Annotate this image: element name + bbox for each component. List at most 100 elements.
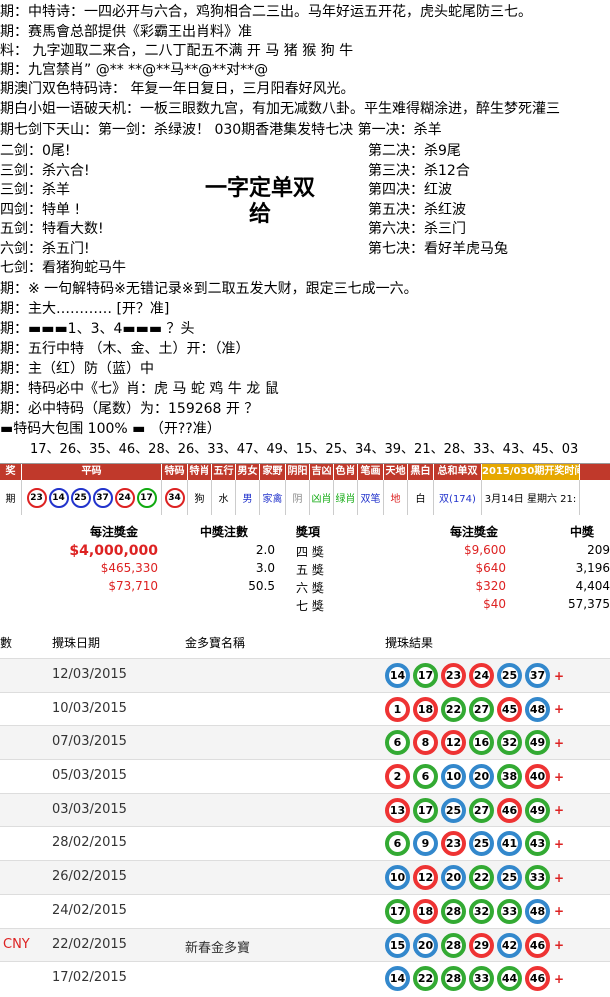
- plus-sign: +: [554, 836, 565, 851]
- col-header-name: 金多寶名稱: [185, 636, 246, 650]
- prize-tier: 五 獎: [296, 563, 324, 577]
- sword-item: 三剑：杀羊: [0, 182, 70, 198]
- text-line: 期七剑下天山：第一剑：杀绿波！ 030期香港集发特七决 第一决：杀羊: [0, 122, 442, 138]
- plus-sign: +: [554, 668, 565, 683]
- prize-header-tier: 獎項: [296, 525, 321, 539]
- text-line: 料： 九字迦取二来合，二八丁配五不满 开 马 猪 猴 狗 牛: [0, 43, 354, 59]
- number-ball: 29: [469, 932, 494, 958]
- center-subtitle: 给: [248, 201, 271, 227]
- sword-item: 六剑：杀五门!: [0, 240, 90, 257]
- number-ball: 23: [441, 663, 466, 688]
- draw-balls: 15 20 28 29 42 46 +: [385, 932, 567, 958]
- text-line: 期：必中特码（尾数）为：159268 开 ？: [0, 401, 259, 417]
- draw-row[interactable]: 03/03/2015 13 17 25 27 46 49 +: [0, 792, 610, 827]
- text-line: 期澳门双色特码诗： 年复一年日复日，三月阳春好风光。: [0, 81, 355, 97]
- winner-count: 2.0: [255, 543, 275, 557]
- number-ball: 24: [469, 663, 494, 688]
- winner-count: 3.0: [255, 561, 275, 575]
- prize-table: 每注獎金 中獎注數 獎項 每注獎金 中獎 $4,000,000 2.0 $465,330 3.0…: [0, 518, 610, 618]
- number-ball: 17: [413, 797, 438, 823]
- number-ball: 41: [497, 831, 522, 857]
- text-line: 期：赛馬會总部提供《彩霸王出肖料》准: [0, 24, 252, 40]
- draw-row[interactable]: CNY 22/02/2015 新春金多寶 15 20 28 29 42 46 +: [0, 927, 610, 962]
- draw-row[interactable]: 24/02/2015 17 18 28 32 33 48 +: [0, 893, 610, 928]
- plus-sign: +: [554, 702, 565, 717]
- plus-sign: +: [554, 904, 565, 919]
- draw-row[interactable]: 07/03/2015 6 8 12 16 32 49 +: [0, 725, 610, 760]
- result-header-cell: 天地: [384, 464, 408, 480]
- number-ball: 20: [413, 932, 438, 958]
- number-ball: 45: [497, 696, 522, 722]
- number-ball: 12: [441, 730, 466, 756]
- draw-row[interactable]: 10/03/2015 1 18 22 27 45 48 +: [0, 691, 610, 726]
- number-ball: 48: [525, 696, 550, 722]
- draw-date: 03/03/2015: [52, 801, 127, 817]
- number-ball: 42: [497, 932, 522, 958]
- number-ball: 22: [413, 966, 438, 992]
- number-ball: 16: [469, 730, 494, 756]
- number-ball: 25: [469, 831, 494, 857]
- number-ball: 44: [497, 966, 522, 992]
- number-ball: 28: [441, 898, 466, 924]
- decision-item: 第六决：杀三门: [368, 221, 466, 237]
- prize-header-count-r: 中獎: [570, 525, 595, 539]
- sword-item: 四剑：特单 !: [0, 201, 81, 218]
- draw-balls: 14 22 28 33 44 46 +: [385, 966, 567, 992]
- result-header-cell: 男女: [236, 464, 260, 480]
- result-header-cell: 特肖: [188, 464, 212, 480]
- prize-header-amount-r: 每注獎金: [450, 525, 499, 539]
- result-header-cell: 阴阳: [286, 464, 310, 480]
- decision-item: 第四决：红波: [368, 182, 452, 198]
- draw-row[interactable]: 05/03/2015 2 6 10 20 38 40 +: [0, 759, 610, 793]
- number-ball: 49: [525, 730, 550, 756]
- winner-count: 209: [587, 543, 610, 557]
- number-ball: 22: [441, 696, 466, 722]
- number-ball: 46: [497, 797, 522, 823]
- result-header-cell: 吉凶: [310, 464, 334, 480]
- number-ball: 28: [441, 932, 466, 958]
- draw-row[interactable]: 12/03/2015 14 17 23 24 25 37 +: [0, 658, 610, 692]
- sword-item: 二剑：0尾!: [0, 143, 71, 159]
- result-header-cell: 总和单双: [434, 464, 482, 480]
- decision-item: 第二决：杀9尾: [368, 143, 461, 159]
- winner-count: 57,375: [568, 597, 610, 611]
- draw-balls: 13 17 25 27 46 49 +: [385, 797, 567, 823]
- result-bar-header: 奖平码 特码 特肖 五行 男女 家野 阴阳 吉凶 色肖 笔画 天地 黑白 总和单双 2015/030期开奖…: [0, 464, 610, 480]
- draw-date: 22/02/2015: [52, 936, 127, 952]
- sword-item: 三剑：杀六合!: [0, 162, 90, 179]
- draw-date: 28/02/2015: [52, 835, 127, 851]
- draw-row[interactable]: 26/02/2015 10 12 20 22 25 33 +: [0, 860, 610, 894]
- draw-row[interactable]: 17/02/2015 14 22 28 33 44 46 +: [0, 961, 610, 995]
- number-ball: 23: [26, 487, 47, 508]
- winner-count: 3,196: [575, 561, 610, 575]
- result-header-cell: 2015/030期开奖时间: [482, 464, 580, 480]
- number-ball: 25: [497, 865, 522, 891]
- number-ball: 43: [525, 831, 550, 857]
- number-ball: 6: [385, 730, 410, 756]
- draw-row[interactable]: 28/02/2015 6 9 23 25 41 43 +: [0, 826, 610, 860]
- number-ball: 27: [469, 797, 494, 823]
- number-ball: 14: [385, 966, 410, 992]
- text-line: 期：主（红）防（蓝）中: [0, 361, 154, 377]
- number-ball: 25: [70, 487, 91, 508]
- result-header-cell: 家野: [260, 464, 286, 480]
- number-ball: 10: [441, 764, 466, 790]
- sword-item: 五剑：特看大数!: [0, 221, 104, 237]
- result-header-cell: 笔画: [358, 464, 384, 480]
- draw-list-header: 數 攪珠日期 金多寶名稱 攪珠結果: [0, 628, 610, 658]
- number-ball: 10: [385, 865, 410, 891]
- draw-balls: 10 12 20 22 25 33 +: [385, 865, 567, 891]
- attribute-cell: 双(174): [434, 480, 482, 515]
- prize-amount: $73,710: [108, 579, 158, 593]
- number-ball: 18: [413, 898, 438, 924]
- decision-item: 第七决：看好羊虎马兔: [368, 240, 508, 257]
- prize-header-amount: 每注獎金: [90, 525, 139, 539]
- special-number: 34: [162, 480, 188, 515]
- number-ball: 33: [497, 898, 522, 924]
- text-line: 期白小姐一语破天机：一板三眼数九宫，有加无减数八卦。平生难得糊涂进，醉生梦死灌三: [0, 101, 560, 117]
- winner-count: 50.5: [248, 579, 275, 593]
- number-row: 17、26、35、46、28、26、33、47、49、15、25、34、39、2…: [30, 442, 579, 457]
- result-header-cell: 奖: [0, 464, 22, 480]
- number-ball: 6: [413, 764, 438, 790]
- number-ball: 1: [385, 696, 410, 722]
